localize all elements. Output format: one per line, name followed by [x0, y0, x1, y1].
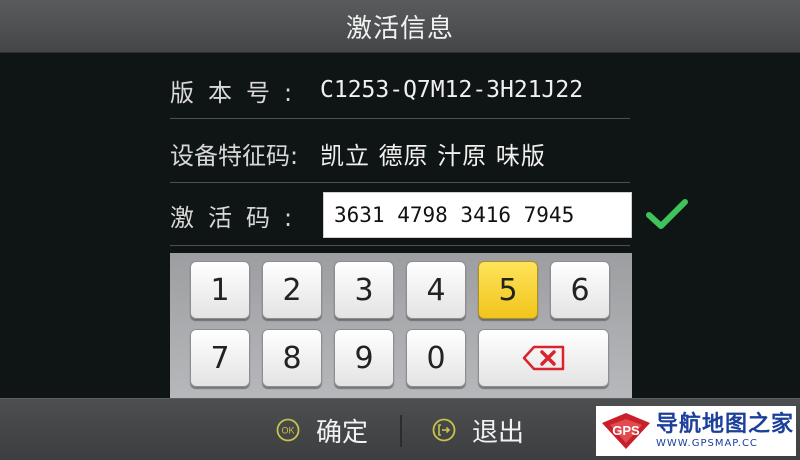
backspace-key[interactable] — [478, 329, 609, 387]
watermark-title: 导航地图之家 — [656, 412, 795, 437]
device-code-label: 设备特征码: — [170, 141, 299, 170]
exit-label: 退出 — [472, 417, 525, 448]
confirm-button[interactable]: OK 确定 — [276, 399, 368, 460]
key-6[interactable]: 6 — [550, 261, 610, 319]
exit-button[interactable]: 退出 — [432, 399, 524, 460]
watermark-url: WWW.GPSMAP.CC — [656, 438, 758, 449]
version-row: 版本号: C1253-Q7M12-3H21J22 — [170, 66, 630, 114]
title-bar: 激活信息 — [0, 0, 800, 53]
gps-logo-icon: GPS — [602, 413, 650, 449]
device-code-value: 凯立 德原 汁原 味版 — [320, 141, 546, 170]
activation-label: 激活码: — [170, 203, 307, 232]
divider — [170, 182, 630, 183]
key-0[interactable]: 0 — [406, 329, 466, 387]
watermark-text: 导航地图之家 WWW.GPSMAP.CC — [656, 412, 794, 450]
key-7[interactable]: 7 — [190, 329, 250, 387]
device-code-row: 设备特征码: 凯立 德原 汁原 味版 — [170, 128, 630, 178]
confirm-label: 确定 — [316, 417, 369, 448]
key-8[interactable]: 8 — [262, 329, 322, 387]
svg-text:OK: OK — [281, 426, 294, 436]
key-4[interactable]: 4 — [406, 261, 466, 319]
svg-text:GPS: GPS — [612, 423, 640, 438]
watermark: GPS 导航地图之家 WWW.GPSMAP.CC — [596, 406, 796, 456]
keypad: 1 2 3 4 5 6 7 8 9 0 — [170, 253, 632, 403]
divider — [170, 118, 630, 119]
backspace-icon — [522, 345, 564, 371]
key-5[interactable]: 5 — [478, 261, 538, 319]
version-value: C1253-Q7M12-3H21J22 — [320, 77, 584, 103]
activation-code-input[interactable]: 3631 4798 3416 7945 — [323, 192, 632, 238]
ok-icon: OK — [276, 418, 300, 442]
exit-icon — [432, 418, 456, 442]
page-title: 激活信息 — [345, 13, 454, 44]
check-icon — [646, 199, 688, 229]
divider — [170, 245, 630, 246]
footer-separator — [400, 415, 402, 447]
key-1[interactable]: 1 — [190, 261, 250, 319]
version-label: 版本号: — [170, 78, 307, 107]
key-3[interactable]: 3 — [334, 261, 394, 319]
key-9[interactable]: 9 — [334, 329, 394, 387]
key-2[interactable]: 2 — [262, 261, 322, 319]
